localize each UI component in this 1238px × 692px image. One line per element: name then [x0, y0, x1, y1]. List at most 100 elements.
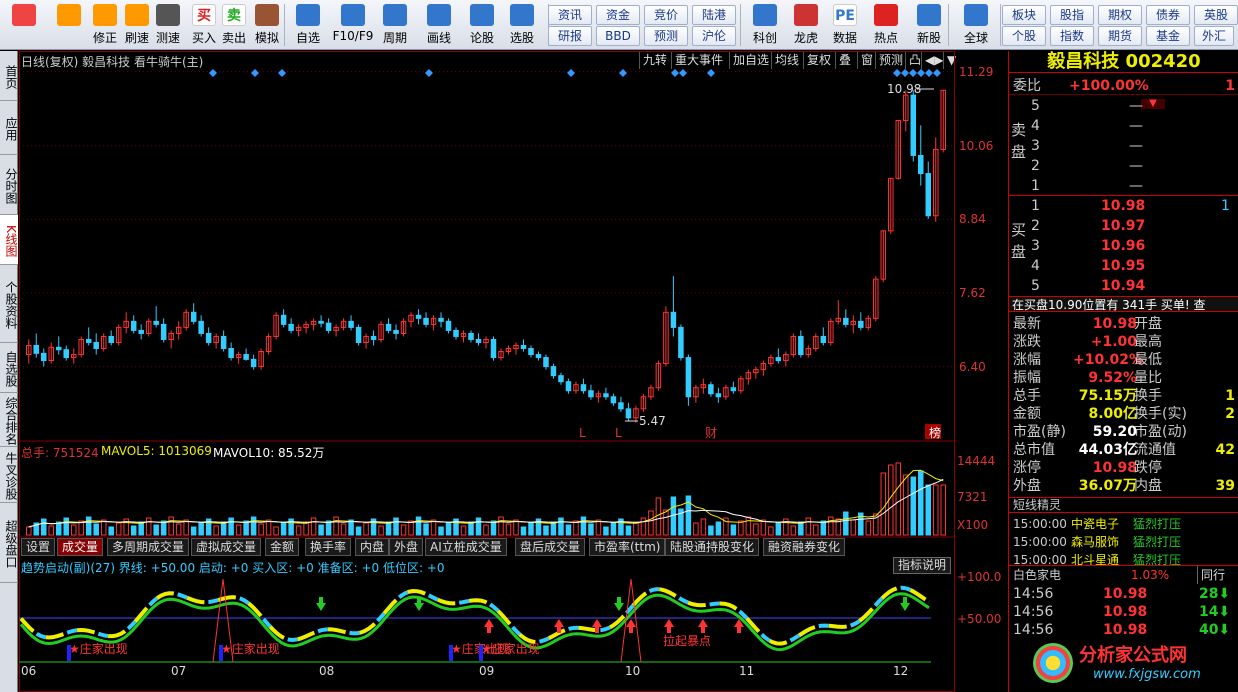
- indicator-tab-4[interactable]: 金额: [265, 538, 300, 556]
- volume-bar: [880, 472, 887, 536]
- indicator-tab-5[interactable]: 换手率: [305, 538, 352, 556]
- jingling-row[interactable]: 15:00:00 中瓷电子 猛烈打压: [1009, 515, 1238, 533]
- toolbar-button-17[interactable]: 热点: [866, 2, 906, 48]
- toolbar-button-11[interactable]: 画线: [418, 2, 460, 48]
- toolbar-small-button[interactable]: 个股: [1002, 26, 1046, 46]
- toolbar-small-button[interactable]: 预测: [644, 26, 688, 46]
- buy-row[interactable]: 5 10.94: [1009, 277, 1238, 295]
- toolbar-button-9[interactable]: F10/F9: [332, 2, 374, 48]
- toolbar-small-button[interactable]: 债券: [1146, 5, 1190, 25]
- toolbar-button-14[interactable]: 科创: [746, 2, 784, 48]
- leftnav-item-4[interactable]: 个股资料: [0, 265, 18, 343]
- toolbar-small-button[interactable]: 陆港: [692, 5, 736, 25]
- stat-label: 振幅: [1013, 370, 1041, 386]
- toolbar-small-button[interactable]: 板块: [1002, 5, 1046, 25]
- toolbar-button-label: 刷速: [124, 31, 149, 45]
- sell-row[interactable]: 1—: [1009, 177, 1238, 195]
- toolbar-button-16[interactable]: PE 数据: [828, 2, 862, 48]
- toolbar-small-button[interactable]: 股指: [1050, 5, 1094, 25]
- toolbar-small-button[interactable]: 英股: [1194, 5, 1238, 25]
- volume-bar: [385, 521, 392, 536]
- sell-row[interactable]: 3—: [1009, 137, 1238, 155]
- volume-bar: [550, 521, 557, 536]
- toolbar-button-4[interactable]: 测速: [152, 2, 184, 48]
- chart-area[interactable]: 日线(复权) 毅昌科技 看牛骑牛(主) 九转 重大事件 加自选 均线 复权叠窗预测凸 ◀▶…: [19, 51, 1007, 692]
- indicator-tab-3[interactable]: 虚拟成交量: [191, 538, 262, 556]
- toolbar-small-button[interactable]: 指数: [1050, 26, 1094, 46]
- jingling-time: 15:00:00: [1013, 535, 1067, 549]
- toolbar-small-button[interactable]: 基金: [1146, 26, 1190, 46]
- toolbar-small-button[interactable]: 期权: [1098, 5, 1142, 25]
- buy-order-note[interactable]: 在买盘10.90位置有 341手 买单! 查: [1009, 296, 1238, 312]
- indicator-tab-6[interactable]: 内盘: [355, 538, 390, 556]
- leftnav-item-5[interactable]: 自选股: [0, 343, 18, 393]
- toolbar-small-button[interactable]: 沪伦: [692, 26, 736, 46]
- volume-bar: [333, 516, 339, 536]
- toolbar-small-button[interactable]: 研报: [548, 26, 592, 46]
- indicator-tab-2[interactable]: 多周期成交量: [107, 538, 190, 556]
- toolbar-small-button[interactable]: 资讯: [548, 5, 592, 25]
- buy-row[interactable]: 1 10.98 1: [1009, 197, 1238, 215]
- toolbar-button-3[interactable]: 刷速: [122, 2, 152, 48]
- jingling-row[interactable]: 15:00:00 森马服饰 猛烈打压: [1009, 533, 1238, 551]
- toolbar-button-2[interactable]: 修正: [90, 2, 120, 48]
- stat-label-2: 开盘: [1134, 316, 1162, 332]
- toolbar-button-10[interactable]: 周期: [375, 2, 415, 48]
- toolbar-small-button[interactable]: BBD: [596, 26, 640, 46]
- toolbar-button-15[interactable]: 龙虎: [788, 2, 824, 48]
- leftnav-item-1[interactable]: 应用: [0, 101, 18, 155]
- toolbar-button-12[interactable]: 论股: [464, 2, 500, 48]
- leftnav-item-8[interactable]: 超级盘口: [0, 503, 18, 583]
- sector-row[interactable]: 白色家电 1.03% 同行: [1009, 565, 1238, 584]
- volume-bar: [280, 522, 287, 536]
- toolbar-button-18[interactable]: 新股: [912, 2, 946, 48]
- volume-bar: [895, 462, 902, 536]
- buy-row[interactable]: 4 10.95: [1009, 257, 1238, 275]
- indicator-tab-11[interactable]: 陆股通持股变化: [665, 538, 760, 556]
- jingling-title[interactable]: 短线精灵: [1009, 497, 1238, 513]
- sell-row[interactable]: 5—: [1009, 97, 1238, 115]
- indicator-tab-8[interactable]: AI立桩成交量: [425, 538, 507, 556]
- indicator-tab-10[interactable]: 市盈率(ttm): [589, 538, 666, 556]
- leftnav-item-3[interactable]: K线图: [0, 215, 18, 265]
- toolbar-small-button[interactable]: 资金: [596, 5, 640, 25]
- price-axis-label: 7.62: [959, 286, 986, 300]
- volume-bar: [753, 523, 759, 536]
- toolbar-button-13[interactable]: 选股: [504, 2, 540, 48]
- indicator-tab-1[interactable]: 成交量: [57, 538, 104, 556]
- toolbar-button-8[interactable]: 自选: [288, 2, 328, 48]
- indicator-tab-7[interactable]: 外盘: [389, 538, 424, 556]
- toolbar-button-1[interactable]: [52, 2, 86, 48]
- sell-row[interactable]: 4—: [1009, 117, 1238, 135]
- volume-bar: [940, 484, 947, 536]
- toolbar-button-0[interactable]: [4, 2, 44, 48]
- toolbar-button-5[interactable]: 买买入: [190, 2, 218, 48]
- sell-row[interactable]: 2—: [1009, 157, 1238, 175]
- leftnav-item-7[interactable]: 牛叉诊股: [0, 447, 18, 503]
- toolbar-small-button[interactable]: 竞价: [644, 5, 688, 25]
- toolbar-button-6[interactable]: 卖卖出: [220, 2, 248, 48]
- indicator-tab-9[interactable]: 盘后成交量: [515, 538, 586, 556]
- leftnav-item-6[interactable]: 综合排名: [0, 393, 18, 447]
- tick-price: 10.98: [1103, 604, 1148, 620]
- candle-body: [438, 317, 444, 322]
- buy-row[interactable]: 3 10.96: [1009, 237, 1238, 255]
- volume-bar: [633, 521, 639, 536]
- toolbar-button-7[interactable]: 模拟: [252, 2, 282, 48]
- indicator-help-button[interactable]: 指标说明: [893, 557, 952, 574]
- indicator-tab-12[interactable]: 融资融券变化: [763, 538, 846, 556]
- indicator-line-yellow: [19, 585, 931, 646]
- toolbar-small-button[interactable]: 外汇: [1194, 26, 1234, 46]
- sector-tab[interactable]: 同行: [1197, 566, 1225, 584]
- toolbar-button-19[interactable]: 全球: [954, 2, 998, 48]
- buy-row[interactable]: 2 10.97: [1009, 217, 1238, 235]
- indicator-tab-0[interactable]: 设置: [21, 538, 56, 556]
- leftnav-item-2[interactable]: 分时图: [0, 155, 18, 215]
- toolbar-small-button[interactable]: 期货: [1098, 26, 1142, 46]
- sell-level: 5: [1031, 98, 1040, 114]
- buy-price: 10.97: [1101, 218, 1146, 234]
- candle-body: [445, 320, 452, 331]
- candle-body: [535, 354, 542, 359]
- leftnav-item-0[interactable]: 首页: [0, 51, 18, 101]
- kline-chart[interactable]: 10.98 5.47 L L 财 榜 14444 7321 X100 ★庄家出现 ★庄家出现 ★庄家出…: [19, 51, 1007, 692]
